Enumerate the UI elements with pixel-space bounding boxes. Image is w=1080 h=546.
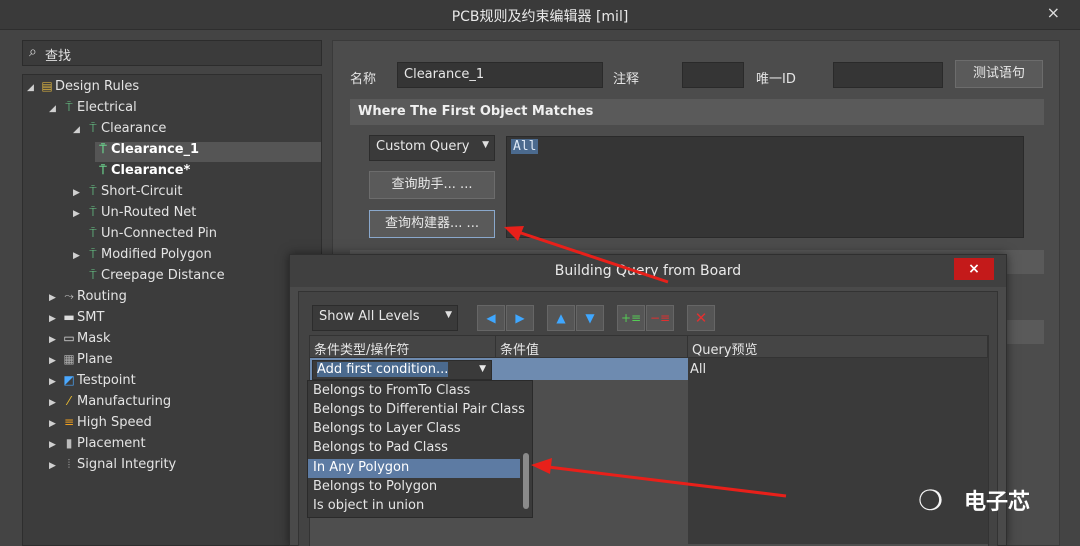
- wechat-icon: ❍: [918, 484, 944, 517]
- annotation-arrows: [504, 226, 787, 498]
- watermark-text: 电子芯: [964, 490, 1031, 515]
- annotation-arrowhead-polygon: [531, 458, 552, 474]
- annotation-arrow-builder: [511, 228, 669, 284]
- annotation-arrowhead-builder: [504, 226, 524, 241]
- annotation-arrow-polygon: [539, 464, 787, 498]
- watermark: ❍ 电子芯: [918, 480, 1068, 520]
